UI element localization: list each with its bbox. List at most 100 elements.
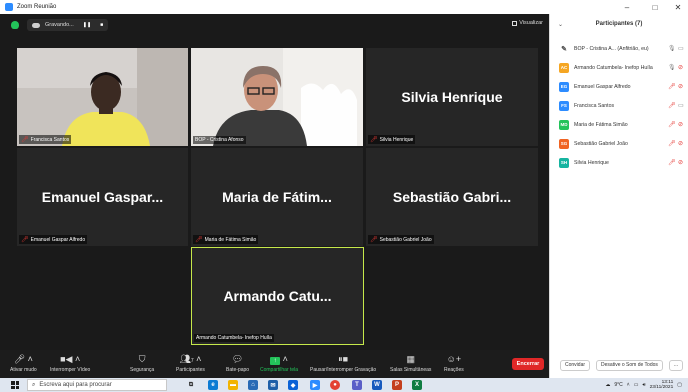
share-screen-label: Compartilhar tela xyxy=(260,367,299,373)
participant-row[interactable]: MD Maria de Fátima Simão 🎤︎ ⊘ xyxy=(550,115,688,134)
recording-label: Pausar/Interromper Gravação xyxy=(310,367,377,373)
video-tile-armando-speaking[interactable]: Armando Catu... Armando Catumbela- Inefo… xyxy=(191,247,364,345)
participant-row[interactable]: FS Francisca Santos 🎤︎ ▭ xyxy=(550,96,688,115)
edge-browser-icon[interactable]: e xyxy=(208,380,218,390)
view-button-label: Visualizar xyxy=(519,20,543,26)
participant-name: Silvia Henrique xyxy=(574,159,609,166)
video-icon: ▭ xyxy=(678,103,684,109)
participant-row[interactable]: SG Sebastião Gabriel João 🎤︎ ⊘ xyxy=(550,134,688,153)
view-button[interactable]: Visualizar xyxy=(512,20,543,26)
word-icon[interactable]: W xyxy=(372,380,382,390)
participant-name: Emanuel Gaspar... xyxy=(41,189,164,205)
panel-header: ⌄ Participantes (7) xyxy=(550,14,688,34)
video-camera-icon: ■◀ ˄ xyxy=(60,354,81,364)
participant-row[interactable]: SH Silvia Henrique 🎤︎ ⊘ xyxy=(550,153,688,172)
zoom-app-icon xyxy=(5,3,13,11)
excel-icon[interactable]: X xyxy=(412,380,422,390)
muted-mic-icon: 🎤︎ xyxy=(668,84,676,90)
volume-icon[interactable]: 🔊︎ xyxy=(642,382,645,388)
participant-name: Armando Catu... xyxy=(223,288,332,304)
chat-button[interactable]: 💬︎ Bate-papo xyxy=(226,353,249,373)
video-tile-cristina[interactable]: BOP - Cristina Afonso xyxy=(191,48,363,146)
people-icon: 👥︎7 ˄ xyxy=(179,354,202,364)
chrome-icon[interactable]: ● xyxy=(330,380,340,390)
participant-row[interactable]: AC Armando Catumbela- Inefop Huíla 🎙︎ ⊘ xyxy=(550,58,688,77)
participant-row[interactable]: ✎ BOP - Cristina A... (Anfitrião, eu) 🎙︎… xyxy=(550,39,688,58)
taskbar-search-input[interactable]: ⌕ Escreva aqui para procurar xyxy=(27,379,167,391)
tile-name: Armando Catumbela- Inefop Huíla xyxy=(196,335,272,341)
share-screen-icon: ↑ ˄ xyxy=(270,353,288,365)
share-screen-button[interactable]: ↑ ˄ Compartilhar tela xyxy=(260,353,298,373)
pause-stop-recording-button[interactable]: ⏸■ Pausar/Interromper Gravação xyxy=(310,353,376,373)
muted-mic-icon: 🎤︎ xyxy=(668,122,676,128)
avatar: FS xyxy=(559,100,569,111)
reactions-button[interactable]: ☺︎+ Reações xyxy=(444,353,464,373)
participants-label: Participantes xyxy=(176,367,205,373)
participant-row[interactable]: EG Emanuel Gaspar Alfredo 🎤︎ ⊘ xyxy=(550,77,688,96)
chat-label: Bate-papo xyxy=(226,367,250,373)
video-tile-silvia[interactable]: Silvia Henrique 🎤︎ Silvia Henrique xyxy=(366,48,538,146)
mail-icon[interactable]: ✉ xyxy=(268,380,278,390)
tile-name: Emanuel Gaspar Alfredo xyxy=(30,236,86,243)
pause-recording-icon[interactable]: ❚❚ xyxy=(83,22,91,28)
participants-button[interactable]: 👥︎7 ˄ Participantes xyxy=(176,353,205,373)
security-button[interactable]: ⛉ Segurança xyxy=(130,353,154,373)
window-title: Zoom Reunião xyxy=(17,4,57,10)
participant-name: Maria de Fátima Simão xyxy=(574,121,628,128)
security-shield-icon[interactable] xyxy=(11,21,19,29)
notifications-icon[interactable]: ▢ xyxy=(677,382,682,388)
video-tile-maria[interactable]: Maria de Fátim... 🎤︎ Maria de Fátima Sim… xyxy=(191,148,363,246)
avatar: SH xyxy=(559,157,569,168)
panel-title: Participantes (7) xyxy=(595,21,643,27)
dropbox-icon[interactable]: ◆ xyxy=(288,380,298,390)
breakout-rooms-button[interactable]: ▦ Salas Simultâneas xyxy=(390,353,431,373)
video-off-icon: ⊘ xyxy=(678,141,684,147)
mic-icon: 🎙︎ xyxy=(668,65,676,71)
breakout-rooms-label: Salas Simultâneas xyxy=(390,367,432,373)
minimize-button[interactable]: – xyxy=(617,0,637,14)
tile-name: Francisca Santos xyxy=(30,136,70,143)
invite-button[interactable]: Convidar xyxy=(560,359,591,371)
search-icon: ⌕ xyxy=(32,381,36,388)
tile-name: Sebastião Gabriel João xyxy=(379,236,432,243)
panel-footer: Convidar Desative o Som de Todos ... xyxy=(550,356,688,374)
weather-icon: ☁ xyxy=(605,382,611,388)
stop-recording-icon[interactable]: ■ xyxy=(100,22,103,28)
store-icon[interactable]: ⌂ xyxy=(248,380,258,390)
file-explorer-icon[interactable]: ▬ xyxy=(228,380,238,390)
mic-icon: 🎙︎ xyxy=(668,46,676,52)
tray-chevron-icon[interactable]: ˄ xyxy=(627,382,630,388)
video-tile-emanuel[interactable]: Emanuel Gaspar... 🎤︎ Emanuel Gaspar Alfr… xyxy=(17,148,188,246)
clock-date: 23/11/2021 xyxy=(649,385,674,390)
participant-video xyxy=(17,48,188,146)
video-tile-francisca[interactable]: 🎤︎ Francisca Santos xyxy=(17,48,188,146)
search-placeholder: Escreva aqui para procurar xyxy=(39,382,112,388)
muted-mic-icon: 🎤︎ xyxy=(21,237,29,243)
network-icon[interactable]: ▭ xyxy=(634,382,639,388)
tile-label: 🎤︎ Silvia Henrique xyxy=(368,135,416,144)
video-tile-sebastiao[interactable]: Sebastião Gabri... 🎤︎ Sebastião Gabriel … xyxy=(366,148,538,246)
close-button[interactable]: ✕ xyxy=(668,0,688,14)
task-view-icon[interactable]: ⧉ xyxy=(186,380,196,390)
reactions-label: Reações xyxy=(444,367,464,373)
maximize-button[interactable]: □ xyxy=(645,0,665,14)
zoom-taskbar-icon[interactable]: ▶ xyxy=(310,380,320,390)
mute-all-button[interactable]: Desative o Som de Todos xyxy=(596,359,663,371)
recording-text: Gravando... xyxy=(45,22,74,28)
muted-mic-icon: 🎤︎ xyxy=(370,237,378,243)
muted-mic-icon: 🎤︎ xyxy=(668,141,676,147)
tile-label: 🎤︎ Sebastião Gabriel João xyxy=(368,235,434,244)
windows-taskbar: ⌕ Escreva aqui para procurar ⧉ e ▬ ⌂ ✉ ◆… xyxy=(0,378,688,392)
teams-icon[interactable]: T xyxy=(352,380,362,390)
end-meeting-button[interactable]: Encerrar xyxy=(512,358,544,370)
powerpoint-icon[interactable]: P xyxy=(392,380,402,390)
participant-name: Maria de Fátim... xyxy=(222,189,332,205)
stop-video-button[interactable]: ■◀ ˄ Interromper Vídeo xyxy=(50,353,90,373)
more-options-button[interactable]: ... xyxy=(668,359,684,371)
taskbar-clock[interactable]: 13:11 23/11/2021 xyxy=(650,380,674,391)
participant-name: BOP - Cristina A... (Anfitrião, eu) xyxy=(574,45,649,52)
participants-panel: ⌄ Participantes (7) ✎ BOP - Cristina A..… xyxy=(549,14,688,378)
tile-label: 🎤︎ Maria de Fátima Simão xyxy=(193,235,259,244)
windows-start-icon[interactable] xyxy=(11,381,19,389)
unmute-button[interactable]: 🎤︎ ˄ Ativar mudo xyxy=(10,353,37,373)
